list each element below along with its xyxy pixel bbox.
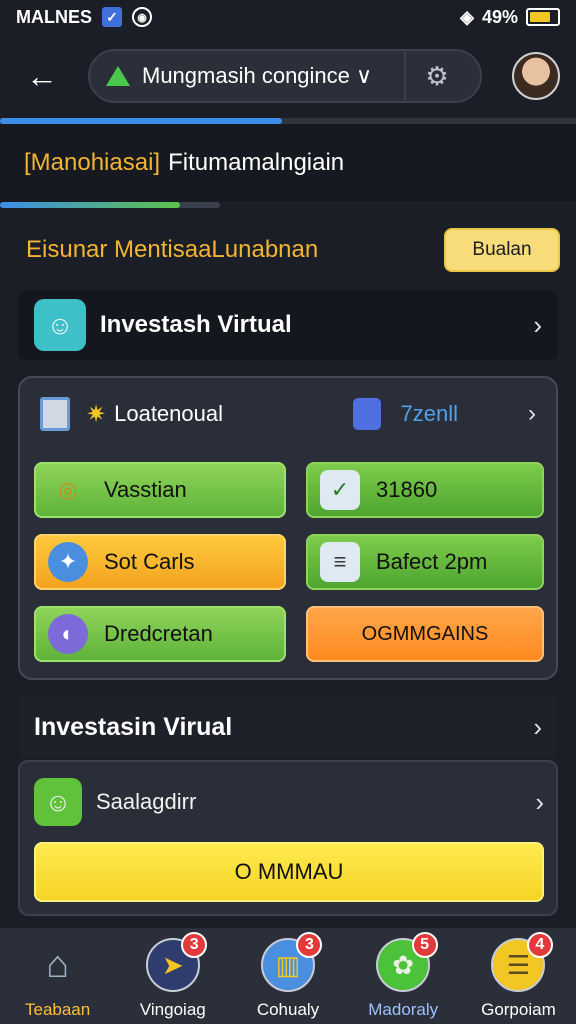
bottom-row-label: Saalagdirr xyxy=(96,789,197,814)
primary-action-button[interactable]: O MMMAU xyxy=(34,842,544,902)
tile-label: Bafect 2pm xyxy=(376,549,488,574)
back-arrow-icon: ← xyxy=(26,57,58,94)
section-header: [Manohiasai] Fitumamalngiain xyxy=(0,124,576,202)
ogmmgains-button[interactable]: OGMMGAINS xyxy=(306,606,544,662)
tab-cohualy[interactable]: ▥ 3 Cohualy xyxy=(230,928,345,1024)
battery-percent: 49% xyxy=(481,6,518,27)
notification-badge: 4 xyxy=(526,932,553,958)
chevron-right-icon: › xyxy=(533,711,542,742)
notification-badge: 5 xyxy=(411,932,438,958)
saalagdirr-row[interactable]: ☺ Saalagdirr › xyxy=(34,776,544,828)
bottom-card: ☺ Saalagdirr › O MMMAU xyxy=(18,760,558,916)
section2-title: Investasin Virual xyxy=(34,712,233,741)
mid-progress-bar xyxy=(0,202,220,208)
tab-label: Gorpoiam xyxy=(481,1000,556,1019)
tile-label: OGMMGAINS xyxy=(361,622,489,645)
swirl-icon: ◐ xyxy=(48,614,88,654)
document-icon xyxy=(40,397,70,431)
grid-card: ✷ Loatenoual 7zenll › ◎ Vasstian ✓ 31860… xyxy=(18,376,558,680)
back-button[interactable]: ← xyxy=(16,50,68,102)
tile-31860[interactable]: ✓ 31860 xyxy=(306,462,544,518)
compass-icon: ✦ xyxy=(48,542,88,582)
tile-dredcretan[interactable]: ◐ Dredcretan xyxy=(34,606,286,662)
warning-icon xyxy=(106,66,130,86)
tile-label: Sot Carls xyxy=(104,549,195,574)
chevron-right-icon: › xyxy=(533,309,542,340)
tab-vingoiag[interactable]: ➤ 3 Vingoiag xyxy=(115,928,230,1024)
grid-header[interactable]: ✷ Loatenoual 7zenll › xyxy=(20,392,556,436)
home-icon: ⌂ xyxy=(46,943,70,986)
coins-icon: ◎ xyxy=(58,477,78,502)
tile-label: Dredcretan xyxy=(104,621,213,646)
mid-progress-fill xyxy=(0,202,181,208)
notification-badge: 3 xyxy=(181,932,208,958)
chevron-right-icon: › xyxy=(535,786,544,817)
search-pill[interactable]: Mungmasih congince ∨ ⚙ xyxy=(88,49,482,103)
carrier-label: MALNES xyxy=(16,6,92,27)
investment-row-title: Investash Virtual xyxy=(100,311,292,338)
investasin-section-header[interactable]: Investasin Virual › xyxy=(18,696,558,758)
tab-label: Vingoiag xyxy=(139,1000,206,1019)
tab-bar: ⌂ Teabaan ➤ 3 Vingoiag ▥ 3 Cohualy ✿ 5 M… xyxy=(0,928,576,1024)
person-avatar-icon: ☺ xyxy=(34,778,82,826)
tab-home[interactable]: ⌂ Teabaan xyxy=(0,928,115,1024)
tile-label: Vasstian xyxy=(104,477,187,502)
section-header-title: Fitumamalngiain xyxy=(168,149,345,176)
hero-button[interactable]: Bualan xyxy=(444,228,560,272)
section-header-accent: [Manohiasai] xyxy=(24,149,161,176)
grid-header-label: Loatenoual xyxy=(114,401,223,426)
list-icon xyxy=(352,398,381,430)
circle-icon: ◉ xyxy=(132,7,152,27)
wifi-icon: ◈ xyxy=(460,6,474,27)
check-box-icon: ✓ xyxy=(102,7,122,27)
grid-header-value: 7zenll xyxy=(400,401,458,426)
status-bar: MALNES ✓ ◉ ◈ 49% xyxy=(0,0,576,34)
tile-label: 31860 xyxy=(376,477,438,502)
tile-bafect[interactable]: ≡ Bafect 2pm xyxy=(306,534,544,590)
tab-gorpoiam[interactable]: ☰ 4 Gorpoiam xyxy=(461,928,576,1024)
tab-label: Cohualy xyxy=(256,1000,320,1019)
hero-title: Eisunar MentisaaLunabnan xyxy=(26,236,319,263)
search-text: Mungmasih congince ∨ xyxy=(142,63,373,88)
document-icon: ≡ xyxy=(320,542,360,582)
notification-badge: 3 xyxy=(296,932,323,958)
top-bar: ← Mungmasih congince ∨ ⚙ xyxy=(0,34,576,118)
chevron-right-icon: › xyxy=(528,400,536,427)
investment-row[interactable]: ☺ Investash Virtual › xyxy=(18,290,558,360)
sun-icon: ✷ xyxy=(86,400,107,428)
tab-madoraly[interactable]: ✿ 5 Madoraly xyxy=(346,928,461,1024)
battery-fill xyxy=(530,12,550,22)
hero-row: Eisunar MentisaaLunabnan Bualan xyxy=(16,222,560,278)
tab-label: Teabaan xyxy=(24,1000,91,1019)
battery-icon xyxy=(526,8,560,26)
person-avatar-icon: ☺ xyxy=(34,299,86,351)
chart-check-icon: ✓ xyxy=(320,470,360,510)
tile-vasstian[interactable]: ◎ Vasstian xyxy=(34,462,286,518)
avatar[interactable] xyxy=(512,52,560,100)
tile-sot-carls[interactable]: ✦ Sot Carls xyxy=(34,534,286,590)
gear-icon[interactable]: ⚙ xyxy=(406,52,468,100)
tab-label: Madoraly xyxy=(368,1000,439,1019)
